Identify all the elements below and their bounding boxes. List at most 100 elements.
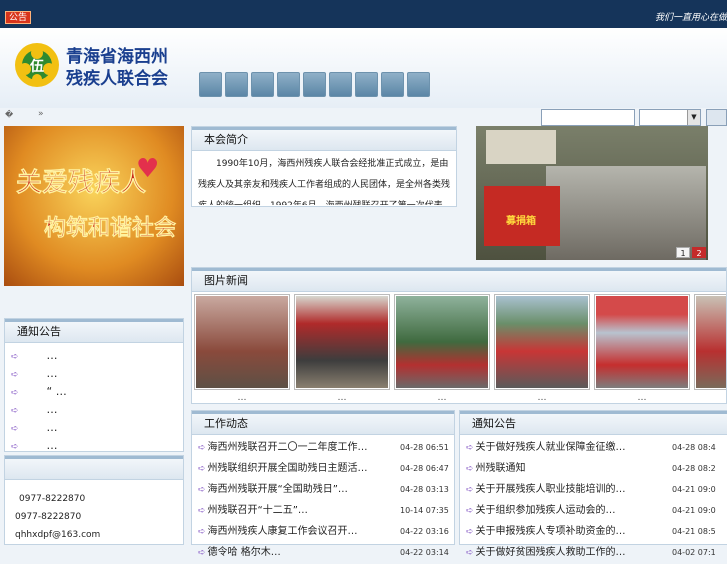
news-title[interactable]: 海西州残联开展“全国助残日”… <box>208 484 348 495</box>
side-notice-list: ➪… ➪… ➪ “ … ➪… ➪… ➪… <box>5 343 183 455</box>
gallery-thumb[interactable]: … <box>294 294 390 403</box>
news-title[interactable]: 关于组织参加残疾人运动会的… <box>476 505 616 516</box>
nav-item-7[interactable] <box>355 72 378 97</box>
list-item-label[interactable]: … <box>47 439 58 452</box>
nav-item-2[interactable] <box>225 72 248 97</box>
search-input[interactable] <box>541 109 635 126</box>
arrow-right-icon: ➪ <box>198 548 206 558</box>
list-item[interactable]: ➪… <box>11 347 183 365</box>
list-item-label[interactable]: … <box>47 349 58 362</box>
news-item[interactable]: ➪ 州残联通知 04-28 08:2 <box>466 458 727 479</box>
nav-item-6[interactable] <box>329 72 352 97</box>
photo-sign <box>486 130 556 164</box>
arrow-right-icon: ➪ <box>11 370 19 380</box>
news-item[interactable]: ➪ 州残联召开“十二五”… 10-14 07:35 <box>198 500 454 521</box>
news-date: 04-28 03:13 <box>400 485 449 494</box>
list-item-label[interactable]: “ … <box>47 385 67 398</box>
thumb-image <box>396 296 488 388</box>
breadcrumb-icon: � <box>5 110 14 119</box>
nav-item-5[interactable] <box>303 72 326 97</box>
news-date: 04-28 08:4 <box>672 443 716 452</box>
gallery-thumb[interactable]: … <box>594 294 690 403</box>
news-title[interactable]: 关于申报残疾人专项补助资金的… <box>476 526 626 537</box>
list-item-label[interactable]: … <box>47 421 58 434</box>
news-photo-slider[interactable]: 募捐箱 1 2 <box>476 126 708 260</box>
org-name: 青海省海西州 残疾人联合会 <box>66 46 168 90</box>
notice-news-list: ➪ 关于做好残疾人就业保障金征缴… 04-28 08:4 ➪ 州残联通知 04-28 0… <box>460 435 727 563</box>
arrow-right-icon: ➪ <box>198 506 206 516</box>
thumb-caption[interactable]: … <box>295 393 389 403</box>
thumb-caption[interactable]: … <box>495 393 589 403</box>
list-item[interactable]: ➪… <box>11 365 183 383</box>
arrow-right-icon: ➪ <box>466 548 474 558</box>
list-item[interactable]: ➪… <box>11 437 183 455</box>
photo-gallery-panel: 图片新闻 … … … … … <box>191 267 727 404</box>
gallery-thumb[interactable]: … <box>194 294 290 403</box>
news-item[interactable]: ➪ 海西州残疾人康复工作会议召开… 04-22 03:16 <box>198 521 454 542</box>
nav-item-3[interactable] <box>251 72 274 97</box>
notice-news-panel: 通知公告 ➪ 关于做好残疾人就业保障金征缴… 04-28 08:4 ➪ 州残联通知 04… <box>459 410 727 558</box>
list-item[interactable]: ➪ “ … <box>11 383 183 401</box>
donation-box-label: 募捐箱 <box>506 216 536 227</box>
news-item[interactable]: ➪ 关于开展残疾人职业技能培训的… 04-21 09:0 <box>466 479 727 500</box>
search-bar: � » ▼ <box>0 108 727 126</box>
contact-email[interactable]: qhhxdpf@163.com <box>15 526 183 544</box>
list-item[interactable]: ➪… <box>11 401 183 419</box>
slogan-banner[interactable]: ♥ 关爱残疾人 构筑和谐社会 <box>4 126 184 286</box>
news-item[interactable]: ➪ 关于组织参加残疾人运动会的… 04-21 09:0 <box>466 500 727 521</box>
chevron-down-icon[interactable]: ▼ <box>687 110 700 125</box>
work-news-list: ➪ 海西州残联召开二〇一二年度工作… 04-28 06:51 ➪ 州残联组织开展全国助… <box>192 435 454 563</box>
news-item[interactable]: ➪ 关于做好贫困残疾人救助工作的… 04-02 07:1 <box>466 542 727 563</box>
gallery-thumb[interactable] <box>694 294 726 390</box>
site-header: 伍 青海省海西州 残疾人联合会 <box>0 28 727 108</box>
nav-item-8[interactable] <box>381 72 404 97</box>
news-item[interactable]: ➪ 关于做好残疾人就业保障金征缴… 04-28 08:4 <box>466 437 727 458</box>
news-title[interactable]: 关于做好残疾人就业保障金征缴… <box>476 442 626 453</box>
news-item[interactable]: ➪ 德令哈 格尔木… 04-22 03:14 <box>198 542 454 563</box>
gallery-title: 图片新闻 <box>192 268 726 292</box>
news-title[interactable]: 州残联组织开展全国助残日主题活… <box>208 463 368 474</box>
news-title[interactable]: 州残联通知 <box>476 463 526 474</box>
thumb-image <box>596 296 688 388</box>
list-item[interactable]: ➪… <box>11 419 183 437</box>
news-title[interactable]: 州残联召开“十二五”… <box>208 505 308 516</box>
thumb-image <box>496 296 588 388</box>
nav-item-1[interactable] <box>199 72 222 97</box>
thumb-caption[interactable]: … <box>595 393 689 403</box>
news-title[interactable]: 关于做好贫困残疾人救助工作的… <box>476 547 626 558</box>
arrow-right-icon: ➪ <box>466 506 474 516</box>
arrow-right-icon: ➪ <box>466 527 474 537</box>
intro-title: 本会简介 <box>192 127 456 151</box>
gallery-thumb[interactable]: … <box>494 294 590 403</box>
news-date: 04-21 08:5 <box>672 527 716 536</box>
news-title[interactable]: 德令哈 格尔木… <box>208 547 281 558</box>
search-button[interactable] <box>706 109 727 126</box>
nav-item-4[interactable] <box>277 72 300 97</box>
news-title[interactable]: 关于开展残疾人职业技能培训的… <box>476 484 626 495</box>
news-item[interactable]: ➪ 州残联组织开展全国助残日主题活… 04-28 06:47 <box>198 458 454 479</box>
work-news-panel: 工作动态 ➪ 海西州残联召开二〇一二年度工作… 04-28 06:51 ➪ 州残联组织… <box>191 410 455 558</box>
thumb-caption[interactable]: … <box>195 393 289 403</box>
gallery-thumb[interactable]: … <box>394 294 490 403</box>
arrow-right-icon: ➪ <box>11 406 19 416</box>
arrow-right-icon: ➪ <box>11 442 19 452</box>
thumb-caption[interactable]: … <box>395 393 489 403</box>
nav-item-9[interactable] <box>407 72 430 97</box>
notice-badge[interactable]: 公告 <box>5 11 31 24</box>
news-date: 04-22 03:14 <box>400 548 449 557</box>
scrolling-marquee: 我们一直用心在做 <box>654 13 727 23</box>
search-category-select[interactable]: ▼ <box>639 109 701 126</box>
thumb-image <box>696 296 726 388</box>
pager-button-1[interactable]: 1 <box>676 247 690 258</box>
thumb-image <box>296 296 388 388</box>
list-item-label[interactable]: … <box>47 367 58 380</box>
pager-button-2[interactable]: 2 <box>692 247 706 258</box>
news-title[interactable]: 海西州残疾人康复工作会议召开… <box>208 526 358 537</box>
news-item[interactable]: ➪ 海西州残联召开二〇一二年度工作… 04-28 06:51 <box>198 437 454 458</box>
disabled-federation-logo-icon[interactable]: 伍 <box>13 41 61 89</box>
news-item[interactable]: ➪ 海西州残联开展“全国助残日”… 04-28 03:13 <box>198 479 454 500</box>
news-date: 04-21 09:0 <box>672 506 716 515</box>
news-item[interactable]: ➪ 关于申报残疾人专项补助资金的… 04-21 08:5 <box>466 521 727 542</box>
list-item-label[interactable]: … <box>47 403 58 416</box>
news-title[interactable]: 海西州残联召开二〇一二年度工作… <box>208 442 368 453</box>
